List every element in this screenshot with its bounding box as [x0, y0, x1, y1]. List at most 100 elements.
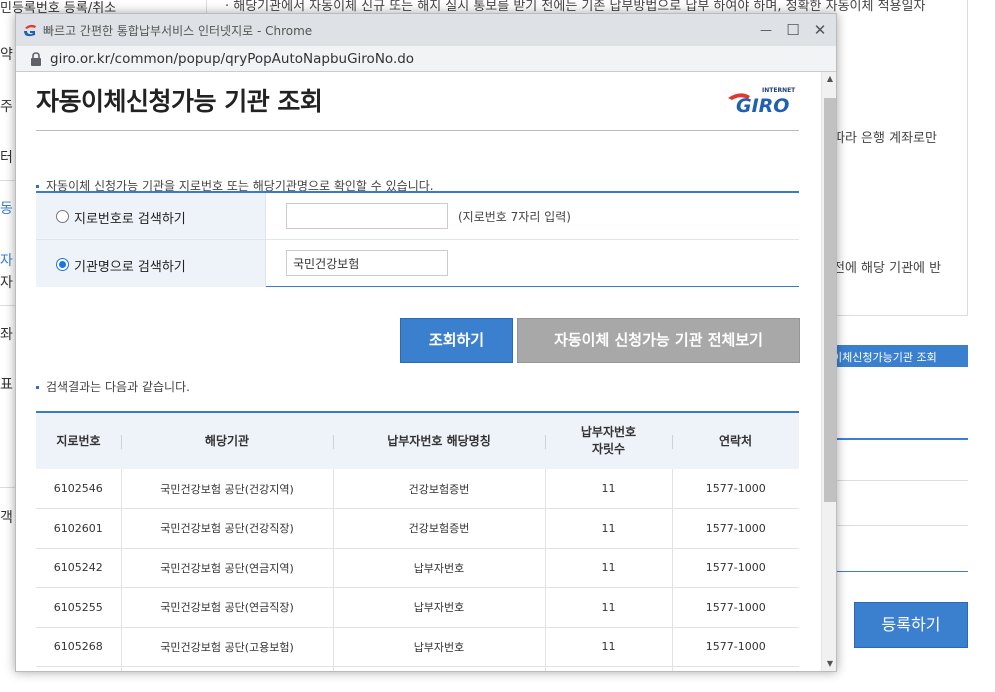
cell-payer-name [332, 666, 545, 671]
bg-side-item-1[interactable]: 약 [0, 44, 13, 64]
scroll-down-arrow-icon[interactable]: ▼ [822, 659, 836, 671]
radio-org-name[interactable] [56, 258, 69, 271]
search-button[interactable]: 조회하기 [400, 318, 513, 363]
radio-giro-number[interactable] [56, 210, 69, 223]
popup-scrollbar[interactable]: ▲ ▼ [821, 72, 836, 671]
bg-divider [836, 438, 968, 440]
cell-organization [120, 666, 333, 671]
cell-payer-digits [544, 666, 672, 671]
window-titlebar[interactable]: 빠르고 간편한 통합납부서비스 인터넷지로 - Chrome — ☐ ✕ [16, 14, 836, 46]
cell-contact [671, 666, 799, 671]
cell-payer-digits: 11 [544, 469, 672, 509]
bg-divider [0, 305, 16, 306]
bullet-icon [36, 185, 39, 188]
cell-organization: 국민건강보험 공단(연금지역) [120, 548, 333, 588]
popup-content: 자동이체신청가능 기관 조회 INTERNET GIRO 자동이체 신청가능 기… [16, 72, 822, 671]
cell-payer-digits: 11 [544, 548, 672, 588]
cell-payer-digits: 11 [544, 627, 672, 667]
search-label-cell: 지로번호로 검색하기 [36, 193, 266, 239]
result-info-content: 검색결과는 다음과 같습니다. [46, 380, 190, 394]
search-form: 지로번호로 검색하기 (지로번호 7자리 입력) 기관명으로 검색하기 [36, 191, 799, 287]
bg-divider [0, 180, 16, 181]
cell-contact: 1577-1000 [671, 469, 799, 509]
close-button[interactable]: ✕ [808, 18, 832, 42]
bg-notice-text: · 해당기관에서 자동이체 신규 또는 해지 실시 통보를 받기 전에는 기존 … [225, 0, 926, 14]
bg-side-item-3[interactable]: 터 [0, 147, 13, 167]
cell-contact: 1577-1000 [671, 627, 799, 667]
bg-divider [836, 480, 968, 481]
giro-number-input[interactable] [286, 203, 448, 229]
cell-payer-name: 납부자번호 [332, 587, 545, 628]
giro-favicon-icon [24, 24, 36, 37]
cell-contact: 1577-1000 [671, 587, 799, 628]
scroll-up-arrow-icon[interactable]: ▲ [822, 74, 836, 86]
giro-number-hint: (지로번호 7자리 입력) [458, 210, 571, 224]
header-contact: 연락처 [672, 412, 799, 469]
giro-logo-icon: INTERNET GIRO [728, 87, 796, 114]
header-payer-digits: 납부자번호 자릿수 [545, 412, 672, 469]
cell-payer-digits: 11 [544, 508, 672, 549]
cell-giro-number: 6105268 [36, 627, 121, 667]
bg-text-before: 전에 해당 기관에 반 [833, 261, 942, 276]
url-text[interactable]: giro.or.kr/common/popup/qryPopAutoNapbuG… [50, 51, 414, 67]
cell-organization: 국민건강보험 공단(연금직장) [120, 587, 333, 628]
cell-organization: 국민건강보험 공단(건강직장) [120, 508, 333, 549]
cell-giro-number: 6102546 [36, 469, 121, 509]
header-giro-number: 지로번호 [36, 412, 121, 469]
bg-side-item-5[interactable]: 자 [0, 250, 13, 270]
cell-giro-number: 6105242 [36, 548, 121, 588]
title-divider [36, 130, 799, 131]
result-info-text: 검색결과는 다음과 같습니다. [36, 378, 190, 395]
search-label-cell: 기관명으로 검색하기 [36, 240, 266, 287]
bullet-icon [36, 386, 39, 389]
cell-organization: 국민건강보험 공단(건강지역) [120, 469, 333, 509]
search-row-org: 기관명으로 검색하기 [36, 240, 799, 287]
cell-contact: 1577-1000 [671, 508, 799, 549]
view-all-button[interactable]: 자동이체 신청가능 기관 전체보기 [517, 318, 800, 363]
cell-organization: 국민건강보험 공단(고용보험) [120, 627, 333, 667]
result-table: 지로번호 해당기관 납부자번호 해당명칭 납부자번호 자릿수 연락처 61025… [36, 411, 799, 671]
org-name-input[interactable] [286, 250, 448, 276]
table-row[interactable]: 6102601 국민건강보험 공단(건강직장) 건강보험증번 11 1577-1… [36, 508, 799, 549]
cell-payer-name: 납부자번호 [332, 548, 545, 588]
lock-icon [31, 52, 41, 66]
cell-payer-name: 건강보험증번 [332, 508, 545, 549]
page-title: 자동이체신청가능 기관 조회 [36, 87, 323, 116]
register-button[interactable]: 등록하기 [854, 602, 968, 648]
cell-payer-name: 건강보험증번 [332, 469, 545, 509]
cell-giro-number: 6102601 [36, 508, 121, 549]
table-header-row: 지로번호 해당기관 납부자번호 해당명칭 납부자번호 자릿수 연락처 [36, 412, 799, 469]
bg-side-item-4[interactable]: 동 [0, 198, 13, 218]
bg-divider [836, 571, 968, 572]
cell-giro-number [36, 666, 121, 671]
header-payer-name: 납부자번호 해당명칭 [333, 412, 545, 469]
cell-giro-number: 6105255 [36, 587, 121, 628]
bg-side-item-9[interactable]: 객 [0, 507, 13, 527]
window-title: 빠르고 간편한 통합납부서비스 인터넷지로 - Chrome [43, 24, 313, 38]
header-organization: 해당기관 [121, 412, 333, 469]
radio-giro-number-label[interactable]: 지로번호로 검색하기 [74, 208, 186, 227]
maximize-button[interactable]: ☐ [781, 18, 805, 42]
popup-window: 빠르고 간편한 통합납부서비스 인터넷지로 - Chrome — ☐ ✕ gir… [15, 13, 837, 672]
search-row-giro: 지로번호로 검색하기 (지로번호 7자리 입력) [36, 193, 799, 240]
bg-divider [836, 525, 968, 526]
bg-side-item-2[interactable]: 주 [0, 96, 13, 116]
table-row[interactable]: 6105268 국민건강보험 공단(고용보험) 납부자번호 11 1577-10… [36, 627, 799, 667]
table-row[interactable]: 6105242 국민건강보험 공단(연금지역) 납부자번호 11 1577-10… [36, 548, 799, 588]
scrollbar-thumb[interactable] [824, 98, 836, 502]
table-row[interactable]: 6102546 국민건강보험 공단(건강지역) 건강보험증번 11 1577-1… [36, 469, 799, 509]
bg-side-item-7[interactable]: 좌 [0, 324, 13, 344]
bg-side-item-6[interactable]: 자 [0, 272, 13, 292]
bg-auto-transfer-tab[interactable]: 이체신청가능기관 조회 [828, 345, 968, 367]
cell-payer-digits: 11 [544, 587, 672, 628]
bg-text-bank: 따라 은행 계좌로만 [833, 131, 937, 146]
radio-org-name-label[interactable]: 기관명으로 검색하기 [74, 256, 186, 275]
address-bar[interactable]: giro.or.kr/common/popup/qryPopAutoNapbuG… [16, 46, 836, 72]
table-row[interactable]: 6105255 국민건강보험 공단(연금직장) 납부자번호 11 1577-10… [36, 587, 799, 628]
minimize-button[interactable]: — [754, 18, 778, 42]
bg-divider [0, 487, 16, 488]
table-row[interactable] [36, 666, 799, 671]
bg-side-item-8[interactable]: 표 [0, 374, 13, 394]
svg-text:GIRO: GIRO [736, 95, 789, 114]
svg-text:INTERNET: INTERNET [762, 87, 796, 94]
